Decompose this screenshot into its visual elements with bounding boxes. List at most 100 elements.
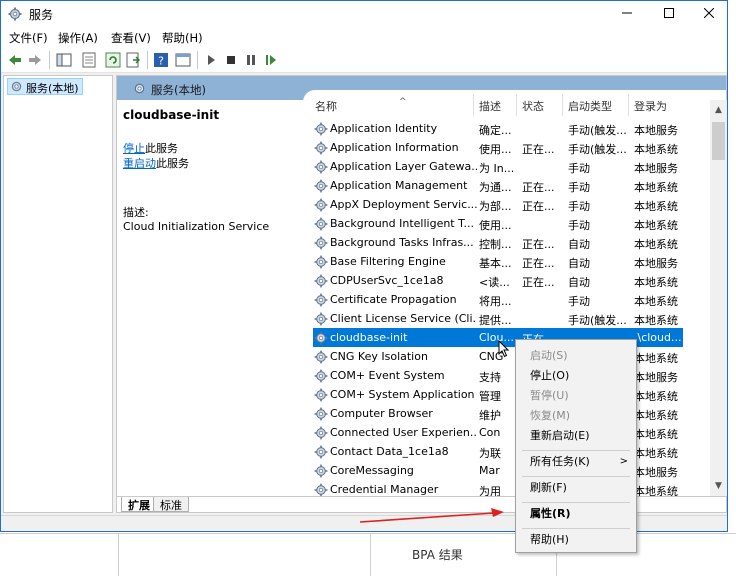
- toolbar-separator: [49, 51, 50, 69]
- menu-help[interactable]: 帮助(H): [162, 30, 203, 46]
- service-startup-cell: 手动: [568, 295, 590, 308]
- context-menu-start[interactable]: 启动(S): [516, 346, 636, 366]
- service-name-cell: Base Filtering Engine: [330, 255, 446, 268]
- service-logon-cell: .\cloud...: [634, 331, 682, 344]
- stop-service-icon[interactable]: [223, 52, 239, 68]
- service-desc-cell: 使用...: [479, 219, 512, 232]
- context-menu-refresh[interactable]: 刷新(F): [516, 478, 636, 498]
- table-row[interactable]: Application Information 使用... 正在... 手动(触发..…: [313, 138, 683, 157]
- scroll-thumb[interactable]: [712, 122, 725, 160]
- context-menu-help[interactable]: 帮助(H): [516, 530, 636, 550]
- service-startup-cell: 自动: [568, 257, 590, 270]
- column-header-status[interactable]: 状态: [522, 98, 544, 114]
- column-header-desc[interactable]: 描述: [479, 98, 501, 114]
- gear-icon: [314, 331, 328, 345]
- stop-service-link[interactable]: 停止: [123, 142, 145, 155]
- menu-view[interactable]: 查看(V): [111, 30, 151, 46]
- refresh-icon[interactable]: [105, 52, 121, 68]
- forward-arrow-icon[interactable]: [27, 52, 43, 68]
- gear-icon: [314, 312, 328, 326]
- context-menu-pause[interactable]: 暂停(U): [516, 386, 636, 406]
- vertical-scrollbar[interactable]: ▲ ▼: [710, 100, 727, 496]
- column-header-name[interactable]: 名称 ^: [315, 97, 407, 114]
- service-logon-cell: 本地系统: [634, 447, 678, 460]
- tab-standard[interactable]: 标准: [153, 497, 189, 512]
- restart-service-icon[interactable]: [263, 52, 279, 68]
- context-menu-all-tasks[interactable]: 所有任务(K) >: [516, 452, 636, 472]
- service-desc-cell: 为联: [479, 447, 501, 460]
- help-icon[interactable]: ?: [153, 52, 169, 68]
- menu-file[interactable]: 文件(F): [9, 30, 48, 46]
- scroll-down-arrow-icon[interactable]: ▼: [710, 478, 727, 494]
- tab-extended[interactable]: 扩展: [121, 497, 157, 512]
- service-startup-cell: 手动: [568, 162, 590, 175]
- properties-sheet-icon[interactable]: [81, 52, 97, 68]
- console-tree-icon[interactable]: [56, 52, 72, 68]
- service-desc-cell: 使用...: [479, 143, 512, 156]
- table-row[interactable]: Application Identity 确定... 手动(触发... 本地服务: [313, 119, 683, 138]
- close-button[interactable]: [687, 1, 731, 27]
- toolbar: ?: [1, 47, 727, 73]
- services-gear-icon: [8, 7, 22, 21]
- service-status-cell: 正在...: [522, 181, 555, 194]
- service-status-cell: 正在...: [522, 276, 555, 289]
- table-row[interactable]: Base Filtering Engine 基本... 正在... 自动 本地服务: [313, 252, 683, 271]
- service-startup-cell: 手动(触发...: [568, 124, 627, 137]
- context-menu-properties[interactable]: 属性(R): [516, 504, 636, 524]
- table-row[interactable]: CDPUserSvc_1ce1a8 <读... 正在... 自动 本地系统: [313, 271, 683, 290]
- service-logon-cell: 本地系统: [634, 295, 678, 308]
- service-name-cell: Application Identity: [330, 122, 438, 135]
- column-separator[interactable]: [516, 94, 517, 116]
- back-arrow-icon[interactable]: [7, 52, 23, 68]
- export-list-icon[interactable]: [125, 52, 141, 68]
- service-desc-cell: 将用...: [479, 295, 512, 308]
- services-gear-icon: [11, 81, 22, 92]
- column-header-logon[interactable]: 登录为: [634, 98, 667, 114]
- service-desc-cell: 基本...: [479, 257, 512, 270]
- service-name-cell: cloudbase-init: [330, 331, 408, 344]
- column-separator[interactable]: [473, 94, 474, 116]
- table-row[interactable]: Application Layer Gatewa... 为 In... 手动 本地服务: [313, 157, 683, 176]
- gear-icon: [314, 369, 328, 383]
- service-logon-cell: 本地系统: [634, 485, 678, 496]
- console-window-icon[interactable]: [175, 52, 191, 68]
- context-menu-resume[interactable]: 恢复(M): [516, 406, 636, 426]
- table-row[interactable]: Certificate Propagation 将用... 手动 本地系统: [313, 290, 683, 309]
- pause-service-icon[interactable]: [243, 52, 259, 68]
- service-startup-cell: 自动: [568, 276, 590, 289]
- service-name-cell: Application Management: [330, 179, 468, 192]
- column-separator[interactable]: [628, 94, 629, 116]
- scroll-up-arrow-icon[interactable]: ▲: [710, 102, 727, 118]
- start-service-icon[interactable]: [203, 52, 219, 68]
- service-status-cell: 正在...: [522, 143, 555, 156]
- table-row[interactable]: Background Tasks Infras... 控制... 正在... 自动 本地…: [313, 233, 683, 252]
- service-desc-cell: 提供...: [479, 314, 512, 327]
- bpa-results-label: BPA 结果: [412, 548, 463, 562]
- gear-icon: [314, 483, 328, 496]
- service-name-cell: AppX Deployment Servic...: [330, 198, 477, 211]
- table-row[interactable]: Background Intelligent T... 使用... 手动 本地系统: [313, 214, 683, 233]
- column-header-startup[interactable]: 启动类型: [568, 98, 612, 114]
- maximize-button[interactable]: [647, 1, 691, 27]
- service-logon-cell: 本地系统: [634, 200, 678, 213]
- column-separator[interactable]: [562, 94, 563, 116]
- service-name-cell: CoreMessaging: [330, 464, 414, 477]
- context-menu-restart[interactable]: 重新启动(E): [516, 426, 636, 446]
- table-row[interactable]: Client License Service (Cli... 提供... 手动(触发…: [313, 309, 683, 328]
- gear-icon: [314, 198, 328, 212]
- service-name-cell: CNG Key Isolation: [330, 350, 428, 363]
- service-startup-cell: 自动: [568, 238, 590, 251]
- menu-bar: 文件(F) 操作(A) 查看(V) 帮助(H): [1, 27, 727, 47]
- tree-item-services-local[interactable]: 服务(本地): [7, 78, 83, 95]
- minimize-button[interactable]: [605, 1, 649, 27]
- gear-icon: [314, 426, 328, 440]
- table-row[interactable]: Application Management 为通... 正在... 手动 本地系统: [313, 176, 683, 195]
- service-name-cell: COM+ System Application: [330, 388, 475, 401]
- service-status-cell: 正在...: [522, 257, 555, 270]
- table-row[interactable]: AppX Deployment Servic... 为部... 正在... 手动 本地系…: [313, 195, 683, 214]
- context-menu-separator: [522, 450, 630, 451]
- restart-service-link[interactable]: 重启动: [123, 157, 156, 170]
- service-desc-cell: 管理: [479, 390, 501, 403]
- menu-action[interactable]: 操作(A): [58, 30, 98, 46]
- context-menu-stop[interactable]: 停止(O): [516, 366, 636, 386]
